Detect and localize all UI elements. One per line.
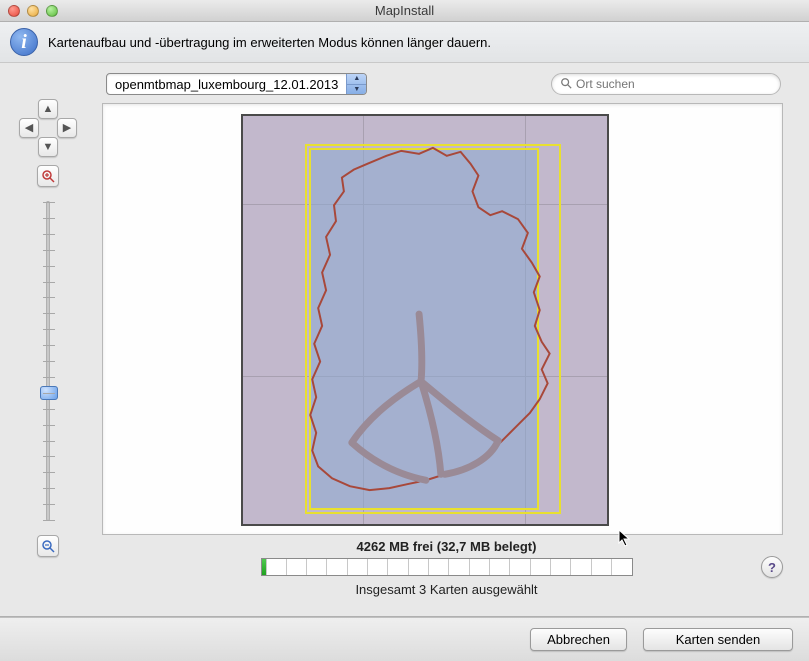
- map-tool-sidebar: ▲ ▼ ◀ ▶: [6, 69, 90, 557]
- pan-up-button[interactable]: ▲: [38, 99, 58, 119]
- help-button[interactable]: ?: [761, 556, 783, 578]
- zoom-out-icon: [41, 539, 55, 553]
- pan-right-button[interactable]: ▶: [57, 118, 77, 138]
- map-selection-border: [305, 144, 561, 514]
- map-product-selected: openmtbmap_luxembourg_12.01.2013: [107, 74, 346, 94]
- location-search-field[interactable]: [551, 73, 781, 95]
- map-canvas[interactable]: [102, 103, 783, 535]
- footer-bar: Abbrechen Karten senden: [0, 617, 809, 661]
- info-message: Kartenaufbau und -übertragung im erweite…: [48, 35, 491, 50]
- zoom-in-button[interactable]: [37, 165, 59, 187]
- send-maps-button[interactable]: Karten senden: [643, 628, 793, 651]
- storage-capacity-bar: [261, 558, 633, 576]
- pan-down-button[interactable]: ▼: [38, 137, 58, 157]
- info-bar: i Kartenaufbau und -übertragung im erwei…: [0, 22, 809, 63]
- zoom-out-button[interactable]: [37, 535, 59, 557]
- zoom-in-icon: [41, 169, 55, 183]
- zoom-slider[interactable]: [46, 201, 50, 521]
- map-product-dropdown[interactable]: openmtbmap_luxembourg_12.01.2013 ▲▼: [106, 73, 367, 95]
- window-title: MapInstall: [0, 3, 809, 18]
- storage-status-text: 4262 MB frei (32,7 MB belegt): [90, 539, 803, 554]
- selection-count-text: Insgesamt 3 Karten ausgewählt: [90, 582, 803, 597]
- pan-left-button[interactable]: ◀: [19, 118, 39, 138]
- info-icon: i: [10, 28, 38, 56]
- search-icon: [560, 77, 572, 92]
- titlebar: MapInstall: [0, 0, 809, 22]
- map-tile-area: [241, 114, 609, 526]
- pan-dpad: ▲ ▼ ◀ ▶: [19, 99, 77, 157]
- cancel-button[interactable]: Abbrechen: [530, 628, 627, 651]
- dropdown-stepper-icon: ▲▼: [346, 74, 366, 94]
- help-icon: ?: [768, 560, 776, 575]
- location-search-input[interactable]: [576, 77, 772, 91]
